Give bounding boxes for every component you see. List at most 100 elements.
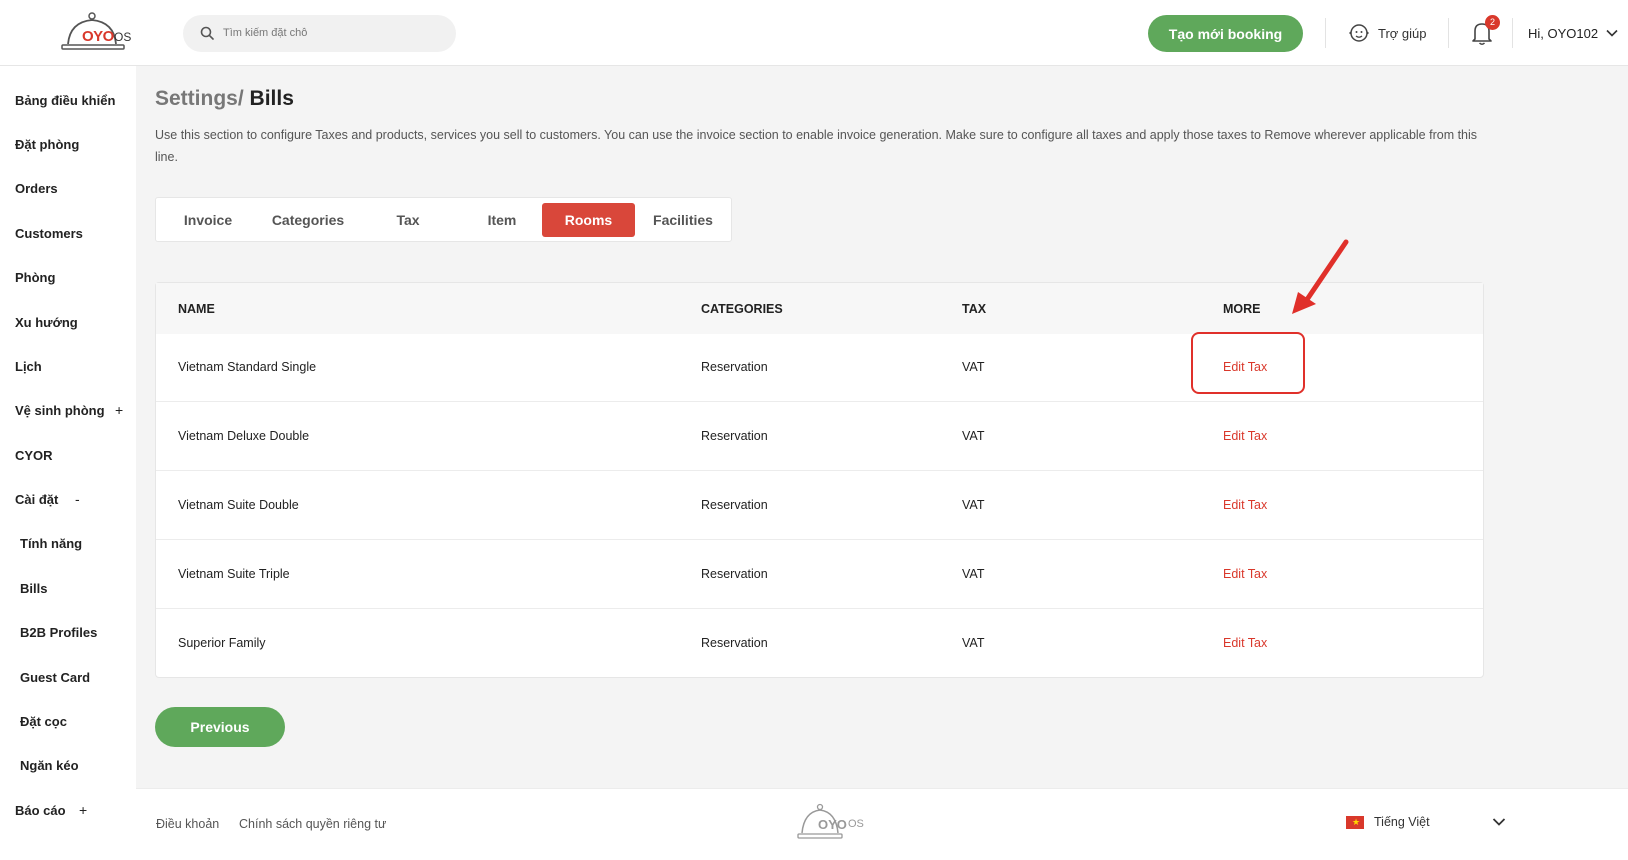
sidebar-item-bookings[interactable]: Đặt phòng	[15, 137, 79, 152]
sidebar-item-label: Tính năng	[20, 536, 83, 551]
sidebar-item-trends[interactable]: Xu hướng	[15, 315, 78, 330]
top-header: OYO OS Tạo mới booking Trợ giúp 2 Hi, OY…	[0, 0, 1628, 66]
language-selector[interactable]: ★ Tiếng Việt	[1346, 815, 1430, 829]
expand-icon: +	[115, 402, 124, 418]
sidebar-item-label: Guest Card	[20, 670, 91, 685]
sidebar-item-rooms[interactable]: Phòng	[15, 270, 55, 285]
page-footer: Điều khoản Chính sách quyền riêng tư OYO…	[136, 788, 1628, 860]
sidebar-nav: Bảng điều khiển Đặt phòng Orders Custome…	[0, 66, 136, 860]
sidebar-item-reports[interactable]: Báo cáo +	[15, 802, 95, 818]
sidebar-item-orders[interactable]: Orders	[15, 181, 58, 196]
sidebar-item-label: CYOR	[15, 448, 53, 463]
room-category: Reservation	[701, 429, 768, 443]
breadcrumb-parent[interactable]: Settings/	[155, 87, 244, 110]
room-name: Vietnam Deluxe Double	[178, 429, 310, 443]
sidebar-item-label: Đặt cọc	[20, 714, 67, 729]
previous-button[interactable]: Previous	[155, 707, 285, 747]
sidebar-item-label: Orders	[15, 181, 58, 196]
tab-rooms[interactable]: Rooms	[542, 203, 635, 237]
sidebar-item-dashboard[interactable]: Bảng điều khiển	[15, 93, 115, 108]
edit-tax-link[interactable]: Edit Tax	[1223, 429, 1267, 443]
notification-badge: 2	[1485, 15, 1500, 30]
edit-tax-link[interactable]: Edit Tax	[1223, 498, 1267, 512]
notification-button[interactable]: 2	[1470, 15, 1500, 46]
header-divider	[1512, 18, 1513, 48]
room-category: Reservation	[701, 360, 768, 374]
footer-logo: OYO OS	[796, 803, 876, 843]
sidebar-item-guest-card[interactable]: Guest Card	[20, 670, 90, 685]
sidebar-item-label: Xu hướng	[15, 315, 78, 330]
tab-facilities[interactable]: Facilities	[638, 203, 728, 237]
support-agent-icon	[1349, 24, 1369, 42]
room-category: Reservation	[701, 636, 768, 650]
search-input[interactable]	[223, 23, 443, 43]
sidebar-item-label: Cài đặt	[15, 492, 59, 507]
footer-brand-suffix: OS	[848, 818, 864, 830]
sidebar-item-b2b-profiles[interactable]: B2B Profiles	[20, 625, 97, 640]
sidebar-item-label: Ngăn kéo	[20, 758, 79, 773]
page-description: Use this section to configure Taxes and …	[155, 128, 1478, 164]
sidebar-item-calendar[interactable]: Lịch	[15, 359, 42, 374]
column-header-categories: CATEGORIES	[701, 302, 783, 316]
sidebar-item-cash-drawer[interactable]: Ngăn kéo	[20, 758, 79, 773]
sidebar-item-label: Báo cáo	[15, 803, 66, 818]
sidebar-item-deposit[interactable]: Đặt cọc	[20, 714, 67, 729]
table-row: Superior Family Reservation VAT Edit Tax	[156, 610, 1483, 678]
edit-tax-link[interactable]: Edit Tax	[1223, 567, 1267, 581]
tab-item[interactable]: Item	[456, 203, 548, 237]
search-icon	[200, 26, 214, 40]
column-header-more: MORE	[1223, 302, 1261, 316]
bills-tabs: Invoice Categories Tax Item Rooms Facili…	[155, 197, 732, 242]
sidebar-item-label: Bảng điều khiển	[15, 93, 116, 108]
room-tax: VAT	[962, 429, 985, 443]
brand-suffix: OS	[114, 30, 132, 44]
annotation-highlight-box	[1191, 332, 1305, 394]
header-divider	[1325, 18, 1326, 48]
room-category: Reservation	[701, 567, 768, 581]
sidebar-item-features[interactable]: Tính năng	[20, 536, 82, 551]
vietnam-flag-icon: ★	[1346, 815, 1364, 829]
tab-invoice[interactable]: Invoice	[164, 203, 252, 237]
table-header: NAME CATEGORIES TAX MORE	[156, 283, 1483, 334]
create-booking-button[interactable]: Tạo mới booking	[1148, 15, 1303, 52]
edit-tax-link[interactable]: Edit Tax	[1223, 636, 1267, 650]
sidebar-item-label: Vệ sinh phòng	[15, 403, 105, 418]
sidebar-item-settings[interactable]: Cài đặt -	[15, 491, 85, 507]
room-tax: VAT	[962, 567, 985, 581]
breadcrumb: Settings/ Bills	[155, 87, 294, 111]
room-name: Vietnam Suite Double	[178, 498, 299, 512]
sidebar-item-bills[interactable]: Bills	[20, 581, 47, 596]
room-tax: VAT	[962, 636, 985, 650]
header-divider	[1448, 18, 1449, 48]
table-row: Vietnam Deluxe Double Reservation VAT Ed…	[156, 403, 1483, 471]
privacy-policy-link[interactable]: Chính sách quyền riêng tư	[239, 817, 386, 831]
chevron-down-icon[interactable]	[1492, 817, 1506, 827]
page-title: Bills	[249, 87, 294, 110]
sidebar-item-label: Phòng	[15, 270, 56, 285]
sidebar-item-customers[interactable]: Customers	[15, 226, 83, 241]
sidebar-item-housekeeping[interactable]: Vệ sinh phòng +	[15, 402, 125, 418]
sidebar-item-label: Bills	[20, 581, 48, 596]
sidebar-item-label: B2B Profiles	[20, 625, 98, 640]
search-bar[interactable]	[183, 15, 456, 52]
collapse-icon: -	[75, 491, 80, 507]
help-link[interactable]: Trợ giúp	[1348, 20, 1427, 46]
room-name: Superior Family	[178, 636, 266, 650]
user-menu[interactable]: Hi, OYO102	[1528, 22, 1618, 44]
tab-categories[interactable]: Categories	[256, 203, 360, 237]
tab-tax[interactable]: Tax	[364, 203, 452, 237]
sidebar-item-label: Customers	[15, 226, 83, 241]
room-tax: VAT	[962, 360, 985, 374]
table-row: Vietnam Suite Double Reservation VAT Edi…	[156, 472, 1483, 540]
footer-brand-name: OYO	[818, 817, 847, 832]
sidebar-item-cyor[interactable]: CYOR	[15, 448, 53, 463]
column-header-tax: TAX	[962, 302, 987, 316]
sidebar-item-label: Đặt phòng	[15, 137, 80, 152]
sidebar-item-label: Lịch	[15, 359, 42, 374]
annotation-arrow-icon	[1292, 239, 1349, 314]
help-label: Trợ giúp	[1378, 25, 1427, 41]
expand-icon: +	[79, 802, 88, 818]
oyo-os-logo[interactable]: OYO OS	[58, 12, 134, 54]
language-label: Tiếng Việt	[1374, 815, 1430, 829]
terms-link[interactable]: Điều khoản	[156, 817, 219, 831]
